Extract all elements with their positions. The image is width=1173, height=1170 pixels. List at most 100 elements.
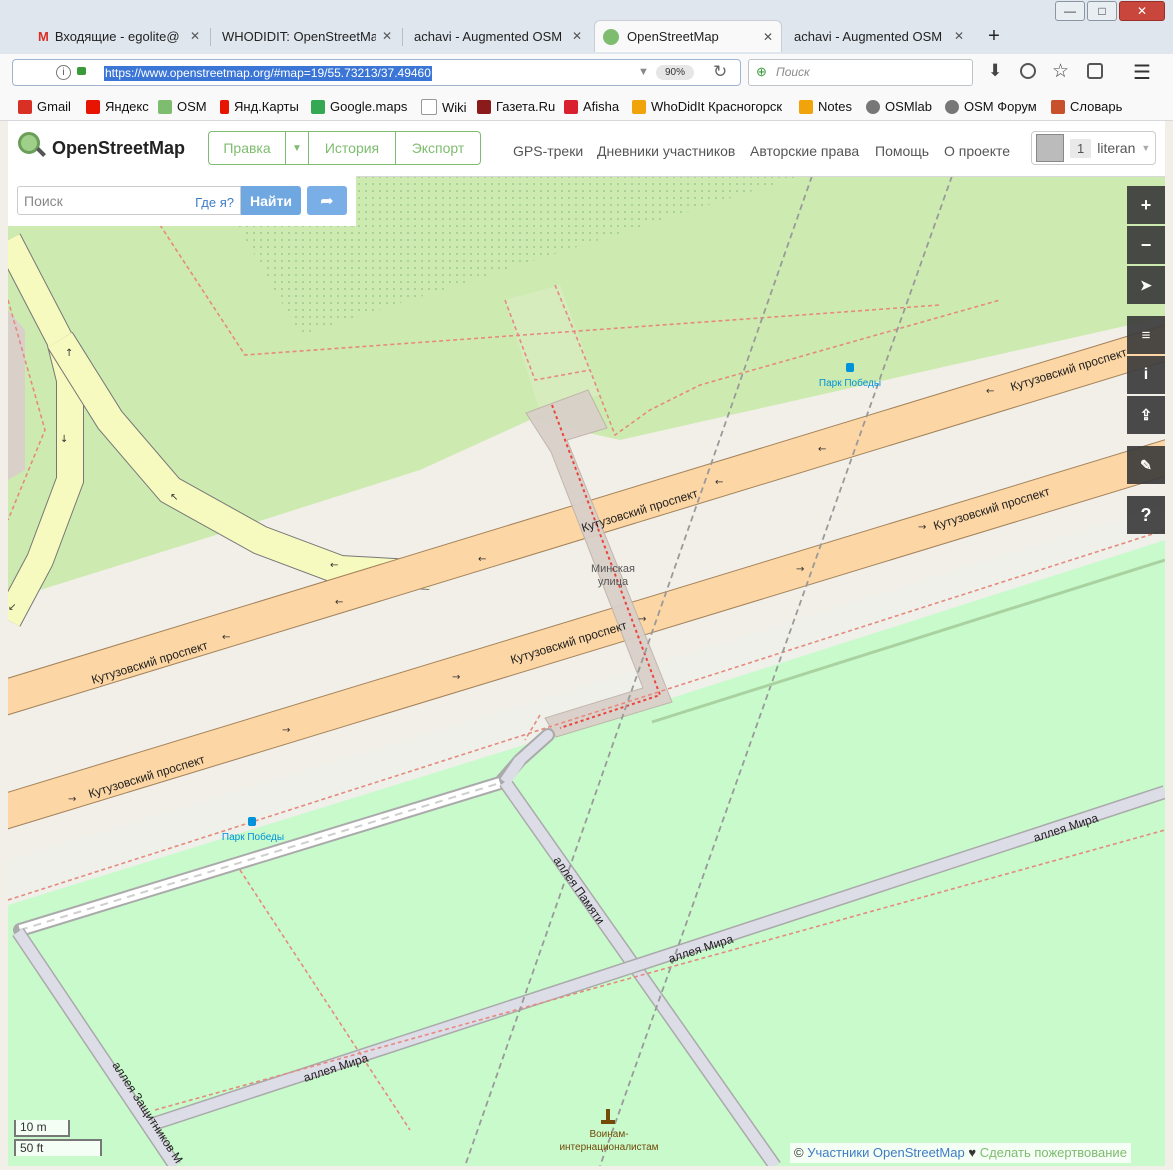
- search-input[interactable]: Поиск Где я?: [17, 186, 241, 215]
- tab-achavi-1[interactable]: achavi - Augmented OSM ✕: [406, 20, 590, 52]
- tab-close-icon[interactable]: ✕: [954, 29, 964, 43]
- bus-stop-icon[interactable]: [248, 817, 256, 826]
- tab-title: WHODIDIT: OpenStreetMa: [222, 28, 376, 44]
- osm-logo[interactable]: [18, 132, 46, 160]
- user-count-badge: 1: [1070, 138, 1092, 158]
- bookmark-osm-forum[interactable]: OSM Форум: [945, 99, 1037, 114]
- dropdown-arrow-icon[interactable]: ▼: [638, 66, 649, 78]
- pocket-icon[interactable]: [1020, 63, 1036, 79]
- directions-icon: ➦: [320, 192, 334, 210]
- svg-text:↓: ↓: [60, 434, 68, 445]
- bookmark-label: Google.maps: [330, 99, 408, 114]
- search-go-button[interactable]: Найти: [241, 186, 301, 215]
- bookmark-label: Notes: [818, 99, 852, 114]
- layers-button[interactable]: ≡: [1127, 316, 1165, 354]
- edit-button[interactable]: Правка: [208, 131, 286, 165]
- add-note-button[interactable]: ✎: [1127, 446, 1165, 484]
- history-button[interactable]: История: [308, 131, 396, 165]
- rss-icon: [799, 99, 813, 114]
- nav-gps-traces[interactable]: GPS-треки: [513, 143, 583, 159]
- svg-text:←: ←: [818, 444, 826, 455]
- bookmark-afisha[interactable]: Afisha: [564, 99, 619, 114]
- yandex-icon: [86, 99, 100, 114]
- gmail-icon: [18, 99, 32, 114]
- bookmark-gazeta[interactable]: Газета.Ru: [477, 99, 555, 114]
- menu-icon[interactable]: ☰: [1133, 60, 1151, 85]
- info-icon[interactable]: i: [56, 65, 71, 80]
- bus-stop-icon[interactable]: [846, 363, 854, 372]
- download-icon[interactable]: ⬇: [988, 61, 1002, 81]
- search-engine-icon[interactable]: ⊕: [756, 64, 767, 80]
- rss-icon: [632, 99, 646, 114]
- share-icon: ⇪: [1139, 407, 1153, 424]
- tab-close-icon[interactable]: ✕: [190, 29, 200, 43]
- tab-close-icon[interactable]: ✕: [572, 29, 582, 43]
- tab-close-icon[interactable]: ✕: [763, 30, 773, 44]
- svg-text:→: →: [68, 794, 76, 805]
- bookmark-yandex[interactable]: Яндекс: [86, 99, 149, 114]
- scale-imperial: 50 ft: [14, 1139, 102, 1156]
- nav-copyright[interactable]: Авторские права: [750, 143, 859, 159]
- bookmark-google-maps[interactable]: Google.maps: [311, 99, 407, 114]
- bookmark-label: Afisha: [583, 99, 620, 114]
- where-am-i-link[interactable]: Где я?: [195, 195, 234, 210]
- nav-help[interactable]: Помощь: [875, 143, 929, 159]
- attribution-link[interactable]: Участники OpenStreetMap: [807, 1145, 965, 1160]
- reader-list-icon[interactable]: [1087, 63, 1103, 79]
- share-button[interactable]: ⇪: [1127, 396, 1165, 434]
- globe-icon: [866, 99, 880, 114]
- svg-text:←: ←: [222, 632, 230, 643]
- tab-close-icon[interactable]: ✕: [382, 29, 392, 43]
- info-icon: i: [1143, 366, 1149, 383]
- donate-link[interactable]: Сделать пожертвование: [980, 1145, 1127, 1160]
- maximize-button[interactable]: □: [1087, 1, 1117, 21]
- google-maps-icon: [311, 99, 325, 114]
- nav-diaries[interactable]: Дневники участников: [597, 143, 735, 159]
- bookmark-star-icon[interactable]: ☆: [1052, 60, 1069, 83]
- map-pin-icon: [220, 99, 229, 114]
- svg-text:↙: ↙: [8, 602, 16, 613]
- bookmark-osmlab[interactable]: OSMlab: [866, 99, 932, 114]
- bookmark-yandex-maps[interactable]: Янд.Карты: [220, 99, 299, 114]
- close-window-button[interactable]: ✕: [1119, 1, 1165, 21]
- tab-openstreetmap[interactable]: OpenStreetMap ✕: [594, 20, 782, 52]
- directions-button[interactable]: ➦: [307, 186, 347, 215]
- osm-brand[interactable]: OpenStreetMap: [52, 138, 185, 159]
- browser-search-input[interactable]: Поиск: [776, 65, 810, 79]
- zoom-indicator[interactable]: 90%: [656, 65, 694, 80]
- user-menu[interactable]: 1 literan ▼: [1031, 131, 1156, 165]
- label-minskaya-2: улица: [598, 576, 629, 588]
- zoom-out-button[interactable]: −: [1127, 226, 1165, 264]
- bookmark-label: Gmail: [37, 99, 71, 114]
- svg-text:←: ←: [335, 597, 343, 608]
- url-text[interactable]: https://www.openstreetmap.org/#map=19/55…: [104, 66, 432, 81]
- minus-icon: −: [1140, 234, 1152, 255]
- nav-about[interactable]: О проекте: [944, 143, 1010, 159]
- locate-button[interactable]: ➤: [1127, 266, 1165, 304]
- bookmark-label: WhoDidIt Красногорск: [651, 99, 783, 114]
- svg-text:←: ←: [986, 386, 994, 397]
- tab-title: achavi - Augmented OSM: [414, 28, 563, 44]
- bookmark-whodidit[interactable]: WhoDidIt Красногорск: [632, 99, 782, 114]
- tab-whodidit[interactable]: WHODIDIT: OpenStreetMa ✕: [214, 20, 400, 52]
- map-key-button[interactable]: i: [1127, 356, 1165, 394]
- svg-text:→: →: [638, 614, 646, 625]
- zoom-in-button[interactable]: +: [1127, 186, 1165, 224]
- tab-achavi-2[interactable]: achavi - Augmented OSM ✕: [786, 20, 972, 52]
- map-canvas[interactable]: ↑↓↙ ↖← ←←← ←←← →→→ →→→ Кутузовский просп…: [8, 176, 1165, 1166]
- lock-icon[interactable]: [77, 67, 86, 75]
- new-tab-button[interactable]: +: [980, 20, 1008, 52]
- label-minskaya-1: Минская: [591, 563, 635, 575]
- bookmark-notes[interactable]: Notes: [799, 99, 852, 114]
- bookmark-wiki[interactable]: Wiki: [421, 99, 467, 115]
- bookmark-slovar[interactable]: Словарь: [1051, 99, 1122, 114]
- bookmark-osm[interactable]: OSM: [158, 99, 207, 114]
- reload-icon[interactable]: ↻: [713, 62, 727, 82]
- query-features-button[interactable]: ?: [1127, 496, 1165, 534]
- bookmark-gmail[interactable]: Gmail: [18, 99, 71, 114]
- copyright-symbol: ©: [794, 1145, 804, 1160]
- export-button[interactable]: Экспорт: [395, 131, 481, 165]
- edit-dropdown-button[interactable]: ▼: [285, 131, 309, 165]
- tab-gmail[interactable]: M Входящие - egolite@ ✕: [30, 20, 208, 52]
- minimize-button[interactable]: —: [1055, 1, 1085, 21]
